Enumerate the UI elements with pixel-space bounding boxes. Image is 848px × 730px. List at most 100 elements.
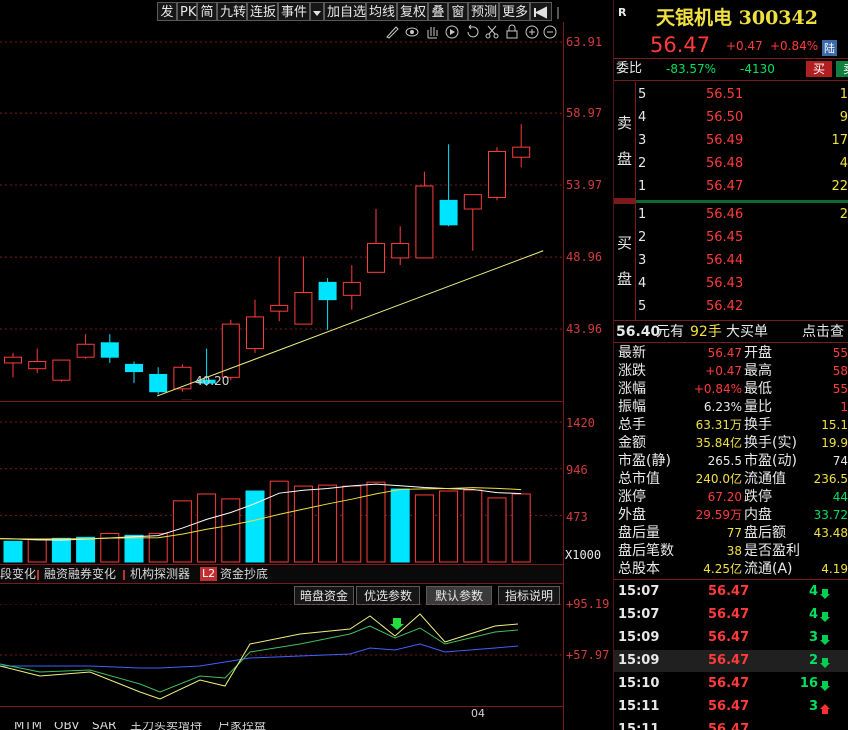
- bid-level-row[interactable]: 3 56.44: [614, 252, 848, 270]
- price-tick-3: 53.97: [566, 178, 603, 192]
- dark-pool-button[interactable]: 暗盘资金: [294, 586, 354, 605]
- candle-body: [4, 356, 22, 364]
- indicator-tab-margin[interactable]: 融资融券变化: [44, 565, 116, 583]
- indicator-tab-change[interactable]: 段变化: [0, 565, 36, 583]
- tick-volume: 4: [808, 607, 818, 622]
- toolbar-fa-button[interactable]: 发: [157, 2, 177, 21]
- stat-label: 最新: [618, 345, 646, 361]
- stat-row: 总手 63.31万 换手 15.1: [614, 416, 848, 434]
- stat-label: 涨跌: [618, 363, 646, 379]
- big-order-unit: 元有: [656, 324, 684, 340]
- ask-volume: 4: [839, 156, 848, 171]
- buy-button[interactable]: 买: [806, 61, 832, 77]
- toolbar-adjust-button[interactable]: 复权: [397, 2, 428, 21]
- tick-volume: 3: [808, 699, 818, 714]
- volume-bar: [487, 497, 507, 563]
- candle-body: [246, 316, 264, 350]
- stat-value: 35.84亿: [695, 436, 742, 450]
- bid-volume: 2: [839, 207, 848, 222]
- toolbar-events-button[interactable]: 事件: [278, 2, 310, 21]
- indicator-chart[interactable]: [0, 604, 563, 706]
- ask-level-row[interactable]: 2 56.48 4: [614, 155, 848, 173]
- toolbar-pk-button[interactable]: PK: [177, 2, 197, 21]
- stat-value: 55: [832, 382, 848, 396]
- stat-label: 市盈(静): [618, 453, 671, 469]
- bid-level-row[interactable]: 1 56.46 2: [614, 206, 848, 224]
- ask-price: 56.49: [706, 133, 744, 148]
- toolbar-events-dropdown[interactable]: [310, 2, 324, 21]
- tick-row[interactable]: 15:07 56.47 4: [614, 604, 848, 626]
- tick-price: 56.47: [708, 653, 750, 668]
- toolbar-lianban-button[interactable]: 连扳: [247, 2, 278, 21]
- volume-tick-2: 946: [566, 463, 588, 477]
- bottom-tab-control[interactable]: 户家控盘: [218, 722, 266, 730]
- toolbar-ma-button[interactable]: 均线: [366, 2, 397, 21]
- tick-row[interactable]: 15:07 56.47 4: [614, 581, 848, 603]
- candle-body: [76, 343, 95, 358]
- bottom-tab-obv[interactable]: OBV: [54, 722, 80, 730]
- candlestick-chart[interactable]: [0, 22, 563, 400]
- price-tick-2: 58.97: [566, 106, 603, 120]
- stat-value: 6.23%: [703, 400, 742, 414]
- indicator-tab-bottom-fishing[interactable]: 资金抄底: [220, 565, 268, 583]
- stat-value: +0.47: [705, 364, 742, 378]
- tick-row[interactable]: 15:09 56.47 3: [614, 627, 848, 649]
- indicator-tab-bar: 段变化 融资融券变化 机构探测器 L2 资金抄底: [0, 564, 563, 584]
- default-params-button[interactable]: 默认参数: [426, 586, 492, 605]
- signal-arrow-icon: [390, 618, 404, 630]
- toolbar-window-button[interactable]: 窗: [448, 2, 468, 21]
- stat-label: 总市值: [618, 471, 660, 487]
- volume-unit: X1000: [565, 548, 602, 562]
- tick-row[interactable]: 15:09 56.47 2: [614, 650, 848, 672]
- indicator-tab-institution[interactable]: 机构探测器: [130, 565, 190, 583]
- stat-value: +0.84%: [693, 382, 742, 396]
- caret-down-icon: [313, 11, 321, 16]
- candle-body: [463, 194, 482, 210]
- ask-level-row[interactable]: 4 56.50 9: [614, 109, 848, 127]
- toolbar-jiuzhuan-button[interactable]: 九转: [217, 2, 247, 21]
- arrow-down-icon: [820, 612, 830, 622]
- tick-price: 56.47: [708, 699, 750, 714]
- toolbar-forecast-button[interactable]: 预测: [468, 2, 499, 21]
- indicator-tick-2: +57.97: [566, 648, 610, 662]
- toolbar-more-button[interactable]: 更多: [499, 2, 530, 21]
- ask-volume: 1: [839, 87, 848, 102]
- ask-level-row[interactable]: 3 56.49 17: [614, 132, 848, 150]
- ask-level-row[interactable]: 5 56.51 1: [614, 86, 848, 104]
- stat-label: 开盘: [744, 345, 772, 361]
- volume-bar: [3, 540, 23, 563]
- toolbar-simple-button[interactable]: 简: [197, 2, 217, 21]
- tick-row[interactable]: 15:11 56.47: [614, 719, 848, 730]
- stat-label: 量比: [744, 399, 772, 415]
- bid-level-row[interactable]: 2 56.45: [614, 229, 848, 247]
- stat-value: 4.19: [821, 562, 848, 576]
- bid-level-num: 2: [638, 230, 647, 245]
- candle-body: [125, 363, 143, 373]
- stat-row: 金额 35.84亿 换手(实) 19.9: [614, 434, 848, 452]
- sell-button[interactable]: 卖: [836, 61, 848, 77]
- bottom-tab-mtm[interactable]: MTM: [14, 722, 42, 730]
- bottom-tab-main-force[interactable]: 主力买卖增持: [130, 722, 202, 730]
- stat-label: 是否盈利: [744, 543, 800, 559]
- big-order-row[interactable]: 56.40 元有 92手 大买单 点击查: [614, 323, 848, 341]
- volume-chart[interactable]: [0, 402, 563, 564]
- arrow-down-icon: [820, 658, 830, 668]
- big-order-action[interactable]: 点击查: [802, 323, 844, 341]
- toolbar-overlay-button[interactable]: 叠: [428, 2, 448, 21]
- stat-row: 涨停 67.20 跌停 44: [614, 488, 848, 506]
- bid-level-row[interactable]: 5 56.42: [614, 298, 848, 316]
- toolbar-add-watchlist-button[interactable]: 加自选: [324, 2, 366, 21]
- optimal-params-button[interactable]: 优选参数: [356, 586, 420, 605]
- volume-tick-3: 473: [566, 510, 588, 524]
- arrow-down-icon: [820, 681, 830, 691]
- ask-level-num: 5: [638, 87, 647, 102]
- indicator-help-button[interactable]: 指标说明: [498, 586, 560, 605]
- stat-label: 内盘: [744, 507, 772, 523]
- ask-level-row[interactable]: 1 56.47 22: [614, 178, 848, 196]
- bid-level-row[interactable]: 4 56.43: [614, 275, 848, 293]
- tick-row[interactable]: 15:10 56.47 16: [614, 673, 848, 695]
- toolbar-pin-button[interactable]: [530, 2, 552, 21]
- big-order-label: 大买单: [726, 324, 768, 340]
- tick-row[interactable]: 15:11 56.47 3: [614, 696, 848, 718]
- bottom-tab-sar[interactable]: SAR: [92, 722, 116, 730]
